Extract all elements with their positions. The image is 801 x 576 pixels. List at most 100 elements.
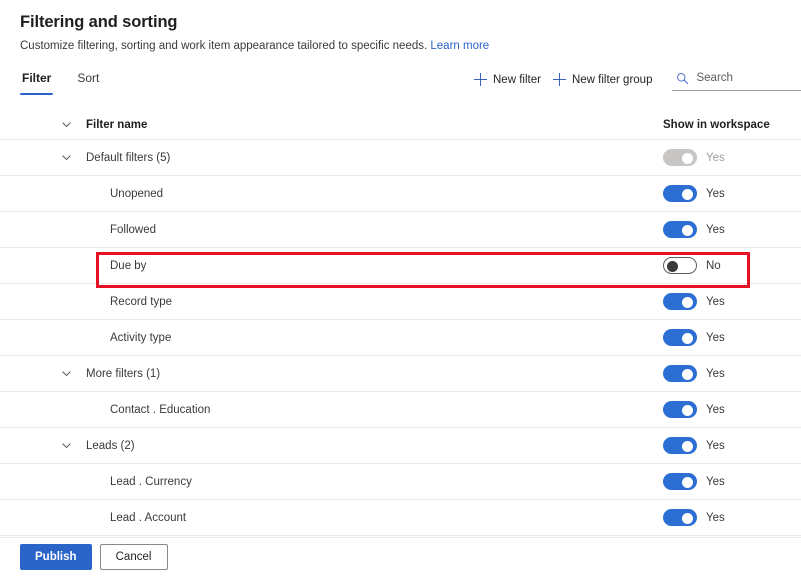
cell-filter-name: Contact . Education — [20, 402, 651, 418]
command-bar: Filter Sort New filter New filter group — [0, 68, 801, 104]
page-title: Filtering and sorting — [20, 13, 178, 31]
toggle-knob — [682, 225, 693, 236]
plus-icon — [552, 73, 566, 86]
cancel-button[interactable]: Cancel — [99, 544, 168, 570]
tab-filter[interactable]: Filter — [20, 68, 54, 95]
table-header-row: Filter name Show in workspace — [0, 110, 801, 140]
row-expand-toggle[interactable] — [52, 440, 80, 451]
toggle-knob — [667, 261, 678, 272]
cell-filter-name: Lead . Account — [20, 510, 651, 526]
learn-more-link[interactable]: Learn more — [430, 40, 489, 52]
show-in-workspace-toggle[interactable] — [663, 509, 697, 526]
search-input[interactable] — [696, 70, 801, 86]
search-icon — [677, 72, 689, 84]
table-row[interactable]: Unopened Yes — [0, 176, 801, 212]
command-actions: New filter New filter group — [470, 68, 801, 91]
cell-show-in-workspace: Yes — [651, 149, 781, 166]
row-filter-name: Lead . Account — [110, 511, 187, 524]
header-cell-filter-name: Filter name — [20, 117, 651, 133]
toggle-knob — [682, 333, 693, 344]
row-expand-toggle[interactable] — [52, 152, 80, 163]
toggle-state-label: No — [706, 259, 721, 272]
cell-show-in-workspace: Yes — [651, 437, 781, 454]
row-filter-name: Default filters (5) — [86, 151, 171, 164]
row-filter-name: Unopened — [110, 187, 164, 200]
tab-sort[interactable]: Sort — [75, 68, 101, 95]
chevron-down-icon — [61, 122, 71, 128]
header-cell-show-in-workspace: Show in workspace — [651, 117, 781, 133]
toggle-state-label: Yes — [706, 223, 725, 236]
toggle-knob — [682, 513, 693, 524]
show-in-workspace-toggle[interactable] — [663, 401, 697, 418]
column-header-show-in-workspace: Show in workspace — [663, 118, 770, 131]
show-in-workspace-toggle[interactable] — [663, 293, 697, 310]
cell-filter-name: Lead . Currency — [20, 474, 651, 490]
show-in-workspace-toggle[interactable] — [663, 257, 697, 274]
new-filter-button[interactable]: New filter — [470, 69, 549, 91]
filtering-and-sorting-page: Filtering and sorting Customize filterin… — [0, 0, 801, 576]
toggle-knob — [682, 297, 693, 308]
row-filter-name: Contact . Education — [110, 403, 211, 416]
row-filter-name: Leads (2) — [86, 439, 135, 452]
chevron-down-icon — [61, 371, 71, 377]
cell-show-in-workspace: Yes — [651, 401, 781, 418]
toggle-state-label: Yes — [706, 295, 725, 308]
row-filter-name: Due by — [110, 259, 147, 272]
page-subtitle-text: Customize filtering, sorting and work it… — [20, 40, 428, 52]
toggle-knob — [682, 441, 693, 452]
new-filter-group-label: New filter group — [571, 73, 653, 86]
new-filter-label: New filter — [493, 73, 541, 86]
footer-actions: Publish Cancel — [0, 537, 801, 576]
table-row[interactable]: More filters (1) Yes — [0, 356, 801, 392]
publish-button[interactable]: Publish — [20, 544, 92, 570]
cell-filter-name: Default filters (5) — [20, 150, 651, 166]
chevron-down-icon — [61, 443, 71, 449]
table-row[interactable]: Lead . Currency Yes — [0, 464, 801, 500]
table-row[interactable]: Activity type Yes — [0, 320, 801, 356]
row-expand-toggle[interactable] — [52, 368, 80, 379]
cell-filter-name: Leads (2) — [20, 438, 651, 454]
cell-filter-name: Unopened — [20, 186, 651, 202]
cell-filter-name: Due by — [20, 258, 651, 274]
cell-show-in-workspace: Yes — [651, 365, 781, 382]
table-row[interactable]: Default filters (5) Yes — [0, 140, 801, 176]
page-header: Filtering and sorting Customize filterin… — [0, 0, 801, 54]
cell-show-in-workspace: No — [651, 257, 781, 274]
table-row[interactable]: Followed Yes — [0, 212, 801, 248]
cell-filter-name: More filters (1) — [20, 366, 651, 382]
row-filter-name: More filters (1) — [86, 367, 161, 380]
new-filter-group-button[interactable]: New filter group — [549, 69, 661, 91]
filters-table: Filter name Show in workspace Default fi… — [0, 110, 801, 536]
toggle-state-label: Yes — [706, 511, 725, 524]
cell-show-in-workspace: Yes — [651, 329, 781, 346]
show-in-workspace-toggle[interactable] — [663, 365, 697, 382]
show-in-workspace-toggle — [663, 149, 697, 166]
table-row[interactable]: Due by No — [0, 248, 801, 284]
row-filter-name: Followed — [110, 223, 157, 236]
tab-list: Filter Sort — [20, 68, 101, 95]
toggle-state-label: Yes — [706, 475, 725, 488]
cell-show-in-workspace: Yes — [651, 185, 781, 202]
show-in-workspace-toggle[interactable] — [663, 437, 697, 454]
search-box[interactable] — [672, 68, 801, 91]
show-in-workspace-toggle[interactable] — [663, 185, 697, 202]
toggle-knob — [682, 189, 693, 200]
toggle-knob — [682, 477, 693, 488]
table-row[interactable]: Record type Yes — [0, 284, 801, 320]
table-row[interactable]: Leads (2) Yes — [0, 428, 801, 464]
chevron-down-icon — [61, 155, 71, 161]
plus-icon — [474, 73, 487, 86]
row-filter-name: Activity type — [110, 331, 172, 344]
show-in-workspace-toggle[interactable] — [663, 473, 697, 490]
show-in-workspace-toggle[interactable] — [663, 221, 697, 238]
toggle-knob — [682, 405, 693, 416]
show-in-workspace-toggle[interactable] — [663, 329, 697, 346]
cell-show-in-workspace: Yes — [651, 473, 781, 490]
table-row[interactable]: Contact . Education Yes — [0, 392, 801, 428]
table-row[interactable]: Lead . Account Yes — [0, 500, 801, 536]
toggle-knob — [682, 153, 693, 164]
row-filter-name: Record type — [110, 295, 173, 308]
expand-all-toggle[interactable] — [52, 119, 80, 130]
row-filter-name: Lead . Currency — [110, 475, 192, 488]
toggle-state-label: Yes — [706, 331, 725, 344]
